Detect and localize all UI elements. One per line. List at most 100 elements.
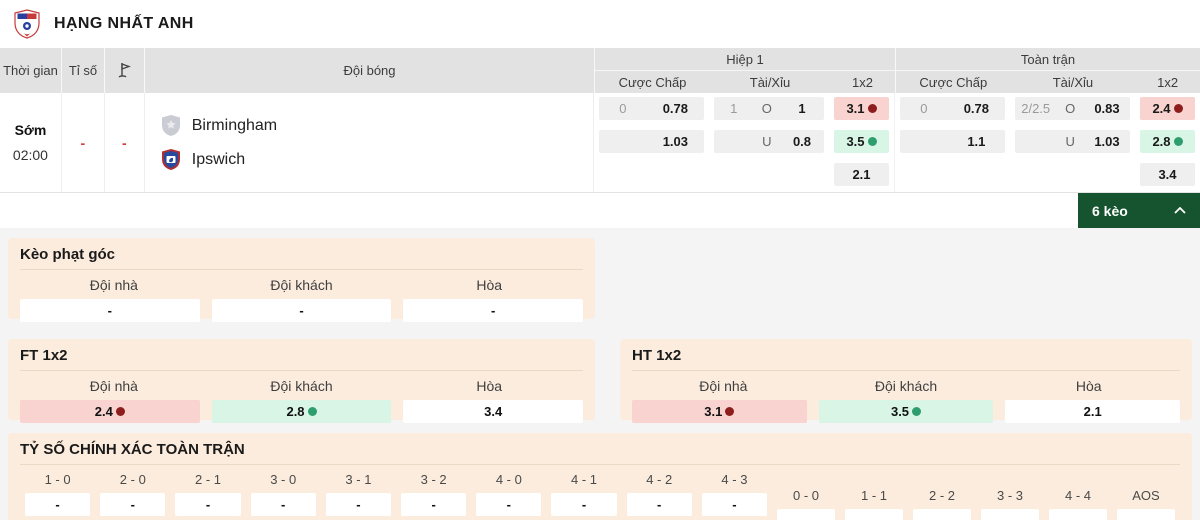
score-value-box[interactable]: -	[175, 493, 241, 516]
odds-trend-dot	[307, 407, 317, 416]
odds-1x2-box[interactable]: 2.1	[834, 163, 889, 186]
score-label: 2 - 2	[928, 488, 955, 503]
score-column: 4 - 4 -	[1044, 465, 1112, 520]
odds-value-box[interactable]: 3.5	[818, 400, 994, 423]
odds-value-box[interactable]: 2.4	[20, 400, 200, 423]
corner-flag-icon	[118, 62, 131, 78]
panel-column-header: Đội khách	[270, 277, 333, 293]
odds-value-box[interactable]: -	[403, 299, 584, 322]
odds-trend-dot	[912, 407, 922, 416]
odds-trend-dot	[115, 407, 125, 416]
score-value-box[interactable]: -	[1049, 509, 1107, 520]
odds-value-box[interactable]: -	[20, 299, 200, 322]
score-column: 1 - 0 - -	[20, 465, 95, 520]
odds-1x2-box[interactable]: 2.4	[1140, 97, 1195, 120]
panel-column-header: Đội khách	[270, 378, 333, 394]
odds-overunder-box[interactable]: U 1.03	[1015, 130, 1130, 153]
odds-1x2-box[interactable]: 2.8	[1140, 130, 1195, 153]
score-label: 0 - 0	[792, 488, 819, 503]
score-value-box[interactable]: -	[401, 493, 467, 516]
team-list: Birmingham Ipswich	[145, 93, 594, 192]
extra-odds-section: Kèo phạt góc Đội nhà Đội khách Hòa - - - F…	[0, 228, 1200, 520]
subcol-header-overunder: Tài/Xỉu	[1052, 74, 1094, 90]
odds-overunder-box[interactable]: 1 O 1	[714, 97, 824, 120]
odds-overunder-box[interactable]: 2/2.5 O 0.83	[1015, 97, 1130, 120]
panel-column-header: Đội nhà	[89, 378, 138, 394]
score-label: 4 - 0	[495, 472, 522, 487]
odds-value-box[interactable]: -	[211, 299, 392, 322]
odds-value-box[interactable]: 2.8	[211, 400, 392, 423]
match-time: Sớm 02:00	[0, 93, 62, 192]
corner-odds-panel: Kèo phạt góc Đội nhà Đội khách Hòa - - -	[8, 238, 595, 322]
odds-handicap-box[interactable]: 1.03	[599, 130, 704, 153]
col-time-header: Thời gian	[0, 48, 62, 93]
score-value-box[interactable]: -	[913, 509, 971, 520]
score-column: 4 - 1 - -	[546, 465, 621, 520]
score-value-box[interactable]: -	[325, 493, 392, 516]
subcol-header-1x2: 1x2	[1157, 74, 1179, 90]
score-value-box[interactable]: -	[250, 493, 316, 516]
odds-handicap-box[interactable]: 0 0.78	[900, 97, 1005, 120]
odds-value-box[interactable]: 3.1	[632, 400, 807, 423]
score-column: 3 - 0 - -	[246, 465, 321, 520]
odds-trend-dot	[1173, 137, 1183, 146]
score-value-box[interactable]: -	[100, 493, 166, 516]
score-column: 4 - 2 - -	[622, 465, 697, 520]
score-column: 4 - 0 - -	[471, 465, 546, 520]
score-value-box[interactable]: -	[845, 509, 903, 520]
score-value-box[interactable]: -	[626, 493, 692, 516]
subcol-header-handicap: Cược Chấp	[618, 74, 687, 90]
match-time-label: Sớm	[14, 122, 47, 138]
score-column: 2 - 2 -	[908, 465, 976, 520]
score-value-box[interactable]: -	[981, 509, 1039, 520]
score-column: 2 - 0 - -	[95, 465, 170, 520]
score-value-box[interactable]: -	[1117, 509, 1175, 520]
odds-group-firsthalf: 0 0.78 1.03 1 O 1 U 0.8 3.1 3.5 2.1	[594, 93, 894, 192]
league-badge-icon	[14, 9, 40, 39]
score-column: 3 - 3 -	[976, 465, 1044, 520]
panel-column-header: Hòa	[476, 378, 503, 394]
panel-title: TỶ SỐ CHÍNH XÁC TOÀN TRẬN	[20, 441, 1180, 465]
score-column: 3 - 2 - -	[396, 465, 471, 520]
score-label: 3 - 1	[345, 472, 372, 487]
odds-trend-dot	[867, 137, 877, 146]
score-label: 4 - 4	[1064, 488, 1091, 503]
odds-handicap-box[interactable]: 1.1	[900, 130, 1005, 153]
score-column: 4 - 3 - -	[697, 465, 772, 520]
team-row-away[interactable]: Ipswich	[161, 148, 245, 171]
table-header: Thời gian Tỉ số Đội bóng Hiệp 1 Cược Chấ…	[0, 48, 1200, 93]
panel-column-header: Hòa	[1075, 378, 1102, 394]
panel-title: HT 1x2	[632, 347, 1180, 371]
score-value-box[interactable]: -	[551, 493, 617, 516]
score-label: 1 - 0	[44, 472, 71, 487]
odds-1x2-box[interactable]: 3.4	[1140, 163, 1195, 186]
panel-column-header: Đội nhà	[699, 378, 748, 394]
score-column: 1 - 1 -	[840, 465, 908, 520]
score-value-box[interactable]: -	[476, 493, 542, 516]
odds-1x2-box[interactable]: 3.5	[834, 130, 889, 153]
odds-value-box[interactable]: 3.4	[403, 400, 584, 423]
subcol-header-overunder: Tài/Xỉu	[749, 74, 791, 90]
score-label: AOS	[1132, 488, 1160, 503]
odds-1x2-box[interactable]: 3.1	[834, 97, 889, 120]
score-value-box[interactable]: -	[25, 493, 91, 516]
keo-bar: 6 kèo	[0, 193, 1200, 228]
keo-toggle-button[interactable]: 6 kèo	[1078, 193, 1200, 228]
odds-trend-dot	[867, 104, 877, 113]
odds-group-fulltime: 0 0.78 1.1 2/2.5 O 0.83 U 1.03 2.4 2.8 3…	[894, 93, 1200, 192]
panel-column-header: Hòa	[476, 277, 503, 293]
score-label: 3 - 0	[270, 472, 297, 487]
score-value-box[interactable]: -	[777, 509, 835, 520]
panel-title: FT 1x2	[20, 347, 583, 371]
match-score: -	[62, 93, 105, 192]
odds-overunder-box[interactable]: U 0.8	[714, 130, 824, 153]
odds-trend-dot	[725, 407, 735, 416]
subcol-header-handicap: Cược Chấp	[919, 74, 988, 90]
match-time-clock: 02:00	[12, 147, 48, 163]
col-team-header: Đội bóng	[145, 48, 595, 93]
odds-value-box[interactable]: 2.1	[1005, 400, 1181, 423]
group-label-firsthalf: Hiệp 1	[595, 48, 895, 71]
odds-handicap-box[interactable]: 0 0.78	[599, 97, 704, 120]
team-row-home[interactable]: Birmingham	[161, 114, 277, 137]
score-value-box[interactable]: -	[701, 493, 768, 516]
